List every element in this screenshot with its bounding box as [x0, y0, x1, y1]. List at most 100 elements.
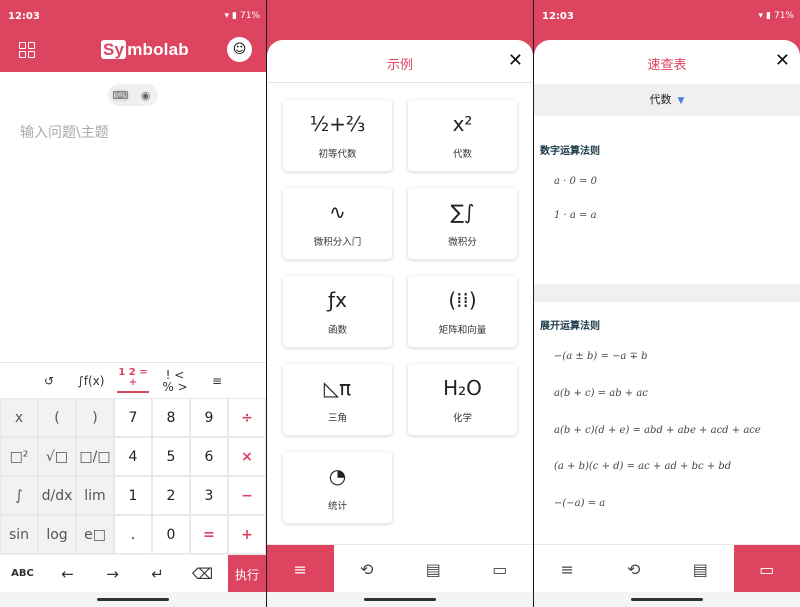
matrix-tab[interactable]: ≡: [201, 375, 233, 387]
calculus-tab[interactable]: ∫f(x): [75, 375, 107, 387]
wifi-icon: ▾: [758, 11, 764, 21]
cheatsheet-nav-icon[interactable]: ▭: [733, 545, 800, 593]
sheet-title: 示例: [386, 58, 413, 73]
key-sqrt[interactable]: √□: [38, 437, 76, 476]
key-9[interactable]: 9: [190, 398, 228, 437]
key-5[interactable]: 5: [152, 437, 190, 476]
key-4[interactable]: 4: [114, 437, 152, 476]
rule: 1 · a = a: [554, 210, 597, 221]
right-arrow-icon[interactable]: →: [90, 565, 135, 583]
input-mode-toggle[interactable]: ⌨ ◉: [108, 84, 158, 106]
key-integral[interactable]: ∫: [0, 476, 38, 515]
backspace-icon[interactable]: ⌫: [180, 565, 225, 583]
key-x[interactable]: x: [0, 398, 38, 437]
logo-prefix: Sy: [101, 40, 127, 59]
example-card-calculus[interactable]: ∑∫ 微积分: [408, 188, 517, 259]
h2o-icon: H₂O: [443, 376, 482, 400]
function-icon: ƒx: [328, 288, 347, 312]
card-label: 初等代数: [318, 149, 357, 160]
go-button[interactable]: 执行: [228, 555, 266, 593]
keyboard-icon[interactable]: ⌨: [111, 88, 130, 102]
card-label: 矩阵和向量: [438, 325, 487, 336]
key-decimal[interactable]: .: [114, 515, 152, 554]
home-indicator[interactable]: [364, 598, 436, 601]
example-card-precalculus[interactable]: ∿ 微积分入门: [283, 188, 392, 259]
key-2[interactable]: 2: [152, 476, 190, 515]
fraction-icon: ½+⅔: [309, 112, 366, 136]
dropdown-value: 代数: [649, 93, 672, 106]
left-arrow-icon[interactable]: ←: [45, 565, 90, 583]
section-heading: 展开运算法则: [540, 321, 600, 332]
divider: [267, 82, 533, 83]
key-7[interactable]: 7: [114, 398, 152, 437]
examples-nav-icon[interactable]: ≡: [267, 545, 334, 593]
home-indicator[interactable]: [631, 598, 703, 601]
rule: a(b + c)(d + e) = abd + abe + acd + ace: [554, 425, 761, 436]
key-sin[interactable]: sin: [0, 515, 38, 554]
key-plus[interactable]: +: [228, 515, 266, 554]
status-icons: ▾ ▮ 71%: [225, 11, 261, 21]
key-exp[interactable]: e□: [76, 515, 114, 554]
notebook-nav-icon[interactable]: ▤: [667, 545, 734, 593]
history-nav-icon[interactable]: ⟲: [601, 545, 668, 593]
key-6[interactable]: 6: [190, 437, 228, 476]
rule: a · 0 = 0: [554, 176, 597, 187]
status-time: 12:03: [8, 11, 40, 22]
abc-key[interactable]: ABC: [0, 568, 45, 579]
key-1[interactable]: 1: [114, 476, 152, 515]
example-card-pre-algebra[interactable]: ½+⅔ 初等代数: [283, 100, 392, 171]
numbers-tab[interactable]: 1 2 = +: [117, 368, 149, 393]
status-icons: ▾ ▮ 71%: [759, 11, 795, 21]
example-card-trigonometry[interactable]: ◺π 三角: [283, 364, 392, 435]
example-card-algebra[interactable]: x² 代数: [408, 100, 517, 171]
card-label: 微积分: [448, 237, 477, 248]
example-card-matrices[interactable]: (⁞⁞) 矩阵和向量: [408, 276, 517, 347]
matrix-icon: (⁞⁞): [448, 288, 477, 312]
key-minus[interactable]: −: [228, 476, 266, 515]
close-icon[interactable]: ✕: [508, 50, 523, 71]
key-limit[interactable]: lim: [76, 476, 114, 515]
key-close-paren[interactable]: ): [76, 398, 114, 437]
card-label: 化学: [452, 413, 472, 424]
rule: (a + b)(c + d) = ac + ad + bc + bd: [554, 461, 732, 472]
example-card-statistics[interactable]: ◔ 统计: [283, 452, 392, 523]
close-icon[interactable]: ✕: [775, 50, 790, 71]
key-0[interactable]: 0: [152, 515, 190, 554]
status-bar: 12:03 ▾ ▮ 71%: [534, 0, 800, 34]
history-tab[interactable]: ↺: [33, 375, 65, 387]
avatar[interactable]: ☺: [227, 37, 252, 62]
symbols-tab[interactable]: ! < % >: [159, 369, 191, 393]
key-fraction[interactable]: □/□: [76, 437, 114, 476]
examples-nav-icon[interactable]: ≡: [534, 545, 601, 593]
camera-icon[interactable]: ◉: [137, 89, 155, 102]
key-log[interactable]: log: [38, 515, 76, 554]
history-nav-icon[interactable]: ⟲: [334, 545, 401, 593]
key-equals[interactable]: =: [190, 515, 228, 554]
battery-icon: ▮: [232, 11, 237, 21]
category-dropdown[interactable]: 代数 ▼: [534, 84, 800, 116]
key-square[interactable]: □²: [0, 437, 38, 476]
examples-sheet: 示例 ✕ ½+⅔ 初等代数 x² 代数 ∿ 微积分入门 ∑∫ 微积分 ƒx 函数 (⁞⁞)…: [267, 40, 533, 560]
key-open-paren[interactable]: (: [38, 398, 76, 437]
example-card-functions[interactable]: ƒx 函数: [283, 276, 392, 347]
battery-level: 71%: [239, 11, 260, 21]
key-8[interactable]: 8: [152, 398, 190, 437]
key-divide[interactable]: ÷: [228, 398, 266, 437]
card-label: 三角: [327, 413, 347, 424]
key-3[interactable]: 3: [190, 476, 228, 515]
key-multiply[interactable]: ×: [228, 437, 266, 476]
app-header: 12:03 ▾ ▮ 71% Sy mbolab ☺: [0, 0, 266, 72]
problem-input[interactable]: 输入问题\主题: [20, 122, 109, 142]
app-logo: Sy mbolab: [101, 40, 189, 60]
cheatsheet-nav-icon[interactable]: ▭: [467, 545, 534, 593]
enter-icon[interactable]: ↵: [135, 565, 180, 583]
keypad: x ( ) 7 8 9 ÷ □² √□ □/□ 4 5 6 × ∫ d/dx l…: [0, 398, 266, 554]
status-bar: 12:03 ▾ ▮ 71%: [0, 0, 266, 34]
home-indicator[interactable]: [97, 598, 169, 601]
example-card-chemistry[interactable]: H₂O 化学: [408, 364, 517, 435]
section-heading: 数字运算法则: [540, 146, 600, 157]
card-label: 微积分入门: [313, 237, 362, 248]
key-derivative[interactable]: d/dx: [38, 476, 76, 515]
menu-grid-icon[interactable]: [19, 42, 35, 58]
notebook-nav-icon[interactable]: ▤: [400, 545, 467, 593]
